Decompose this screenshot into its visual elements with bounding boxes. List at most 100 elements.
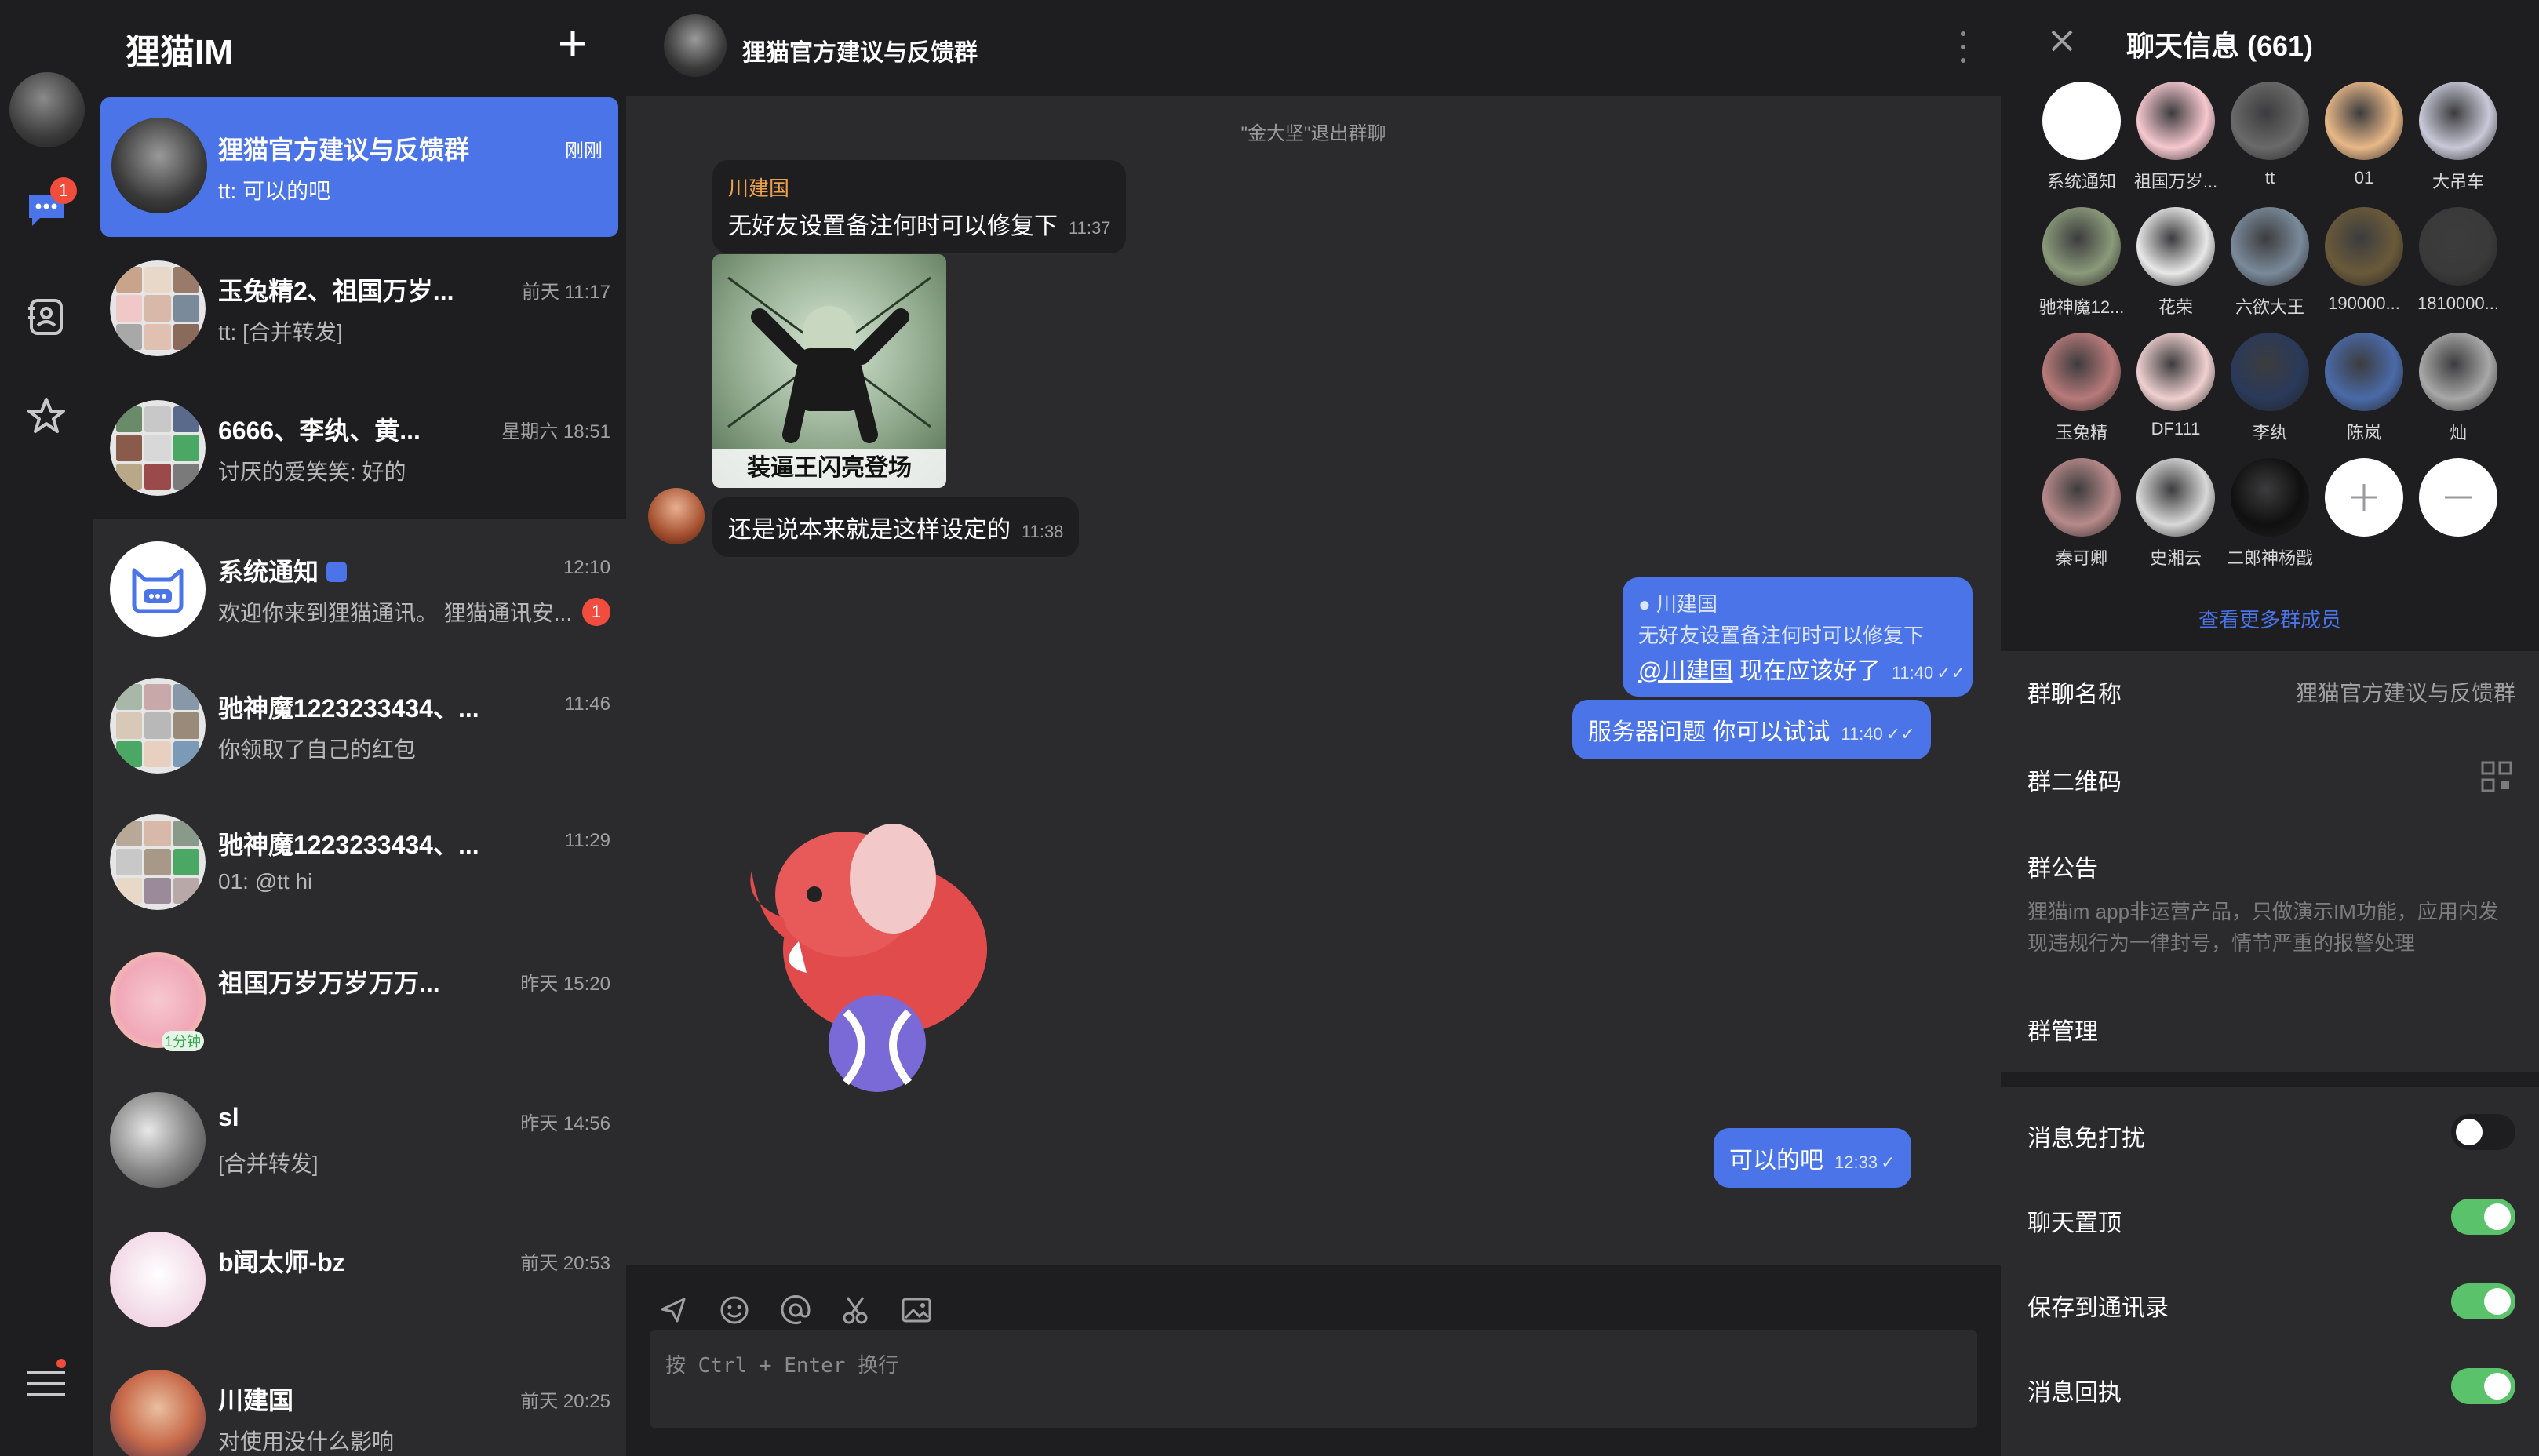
toggle-settings-section: 消息免打扰 聊天置顶 保存到通讯录 消息回执 [2001,1087,2539,1456]
app-title: 狸猫IM [126,33,233,71]
chat-time: 11:29 [564,830,610,851]
more-dot-icon [1961,58,1965,63]
member-item[interactable]: 玉兔精 [2038,333,2125,444]
chat-time: 前天 20:25 [520,1391,610,1412]
member-item[interactable]: 01 [2321,82,2407,188]
member-item[interactable]: 驰神魔12... [2038,207,2125,318]
sender-avatar[interactable] [648,488,705,544]
member-avatar [2231,207,2309,286]
chat-avatar [110,678,206,774]
chat-list-item[interactable]: 川建国 前天 20:25 对使用没什么影响 [93,1348,626,1456]
chat-list-item[interactable]: 驰神魔1223233434、... 11:46 你领取了自己的红包 [93,656,626,797]
member-item[interactable]: 190000... [2321,207,2407,314]
chat-list-item[interactable]: sl 昨天 14:56 [合并转发] [93,1070,626,1211]
mention-link[interactable]: @川建国 [1638,658,1732,684]
member-item[interactable]: 李纨 [2227,333,2313,444]
message-time: 11:40 [1891,663,1934,682]
my-avatar[interactable] [9,72,85,147]
member-item[interactable]: 系统通知 [2038,82,2125,193]
chat-name-text: 系统通知 [218,558,319,586]
close-info-button[interactable] [2043,22,2081,60]
chat-list-item[interactable]: 1分钟 祖国万岁万岁万万... 昨天 15:20 [93,930,626,1072]
image-icon [902,1298,931,1323]
toggle-switch[interactable] [2451,1283,2515,1320]
see-more-members-link[interactable]: 查看更多群成员 [2001,604,2539,633]
more-options-button[interactable] [1957,31,1969,63]
cat-logo-icon [132,568,184,613]
outgoing-message[interactable]: 可以的吧 12:33 ✓ [1714,1128,1911,1188]
member-item[interactable]: 祖国万岁... [2133,82,2219,193]
group-avatar[interactable] [664,14,727,77]
chat-name: 狸猫官方建议与反馈群 [218,136,470,164]
chat-list-item[interactable]: 狸猫官方建议与反馈群 刚刚 tt: 可以的吧 [100,97,618,237]
chat-list-item[interactable]: b闻太师-bz 前天 20:53 [93,1210,626,1351]
sticker-figure [727,276,931,443]
chat-time: 刚刚 [565,140,603,162]
add-member-button[interactable] [2321,458,2407,537]
add-button[interactable] [549,20,596,67]
toggle-switch[interactable] [2451,1199,2515,1235]
screenshot-button[interactable] [833,1288,877,1332]
chat-avatar [111,118,207,213]
member-item[interactable]: 花荣 [2133,207,2219,318]
member-item[interactable]: 六欲大王 [2227,207,2313,318]
chat-name: 祖国万岁万岁万万... [218,969,440,997]
message-input[interactable] [650,1330,1977,1428]
outgoing-message[interactable]: ● 川建国 无好友设置备注何时可以修复下 @川建国 现在应该好了 11:40 ✓✓ [1623,577,1973,697]
nav-contacts[interactable] [0,286,93,348]
member-avatar [2136,207,2215,286]
at-sign-icon [781,1295,811,1324]
sent-check-icon: ✓ [1881,1152,1896,1172]
member-name: 秦可卿 [2055,548,2107,568]
message-text: 还是说本来就是这样设定的 [728,517,1011,543]
send-file-button[interactable] [651,1288,695,1332]
chat-avatar [110,260,206,356]
sticker-image[interactable]: 装逼王闪亮登场 [712,254,946,488]
message-text: 可以的吧 [1729,1148,1823,1174]
chat-info-panel: 聊天信息 (661) 系统通知 祖国万岁... tt 01 大吊车 驰神魔12... 花荣 六… [2001,0,2539,1456]
close-icon [2051,30,2073,52]
member-item[interactable]: 秦可卿 [2038,458,2125,570]
member-item[interactable]: 灿 [2415,333,2501,444]
nav-menu[interactable] [0,1352,93,1415]
group-qr-row[interactable]: 群二维码 [2027,763,2122,797]
member-item[interactable]: DF111 [2133,333,2219,439]
group-manage-row[interactable]: 群管理 [2027,1012,2098,1046]
group-notice-row[interactable]: 群公告 [2027,849,2098,883]
member-item[interactable]: 史湘云 [2133,458,2219,570]
member-name: 驰神魔12... [2038,297,2125,317]
message-text: 现在应该好了 [1739,658,1881,684]
group-name-row[interactable]: 群聊名称 [2027,675,2122,709]
plus-icon [560,31,585,56]
chat-list-item[interactable]: 玉兔精2、祖国万岁... 前天 11:17 tt: [合并转发] [93,238,626,380]
member-item[interactable]: 陈岚 [2321,333,2407,444]
mention-button[interactable] [774,1288,818,1332]
member-avatar [2419,333,2497,411]
outgoing-message[interactable]: 服务器问题 你可以试试 11:40 ✓✓ [1572,700,1931,759]
member-avatar [2136,458,2215,537]
member-avatar [2325,82,2403,160]
chat-list-item[interactable]: 6666、李纨、黄... 星期六 18:51 讨厌的爱笑笑: 好的 [93,378,626,519]
chat-list-item[interactable]: 系统通知 12:10 欢迎你来到狸猫通讯。 狸猫通讯安... 1 [93,519,626,661]
toggle-switch[interactable] [2451,1114,2515,1150]
member-avatar [2231,458,2309,537]
member-item[interactable]: 1810000... [2415,207,2501,314]
toggle-switch[interactable] [2451,1368,2515,1404]
emoji-button[interactable] [712,1288,756,1332]
nav-favorites[interactable] [0,384,93,447]
group-name-value: 狸猫官方建议与反馈群 [2295,681,2515,705]
member-item[interactable]: 二郎神杨戬 [2227,458,2313,570]
member-item[interactable]: 大吊车 [2415,82,2501,193]
plus-icon [2325,458,2403,537]
elephant-sticker[interactable] [728,808,1011,1106]
nav-chats[interactable] [0,179,93,242]
image-button[interactable] [894,1288,938,1332]
message-time: 11:37 [1069,218,1111,238]
chat-list-item[interactable]: 驰神魔1223233434、... 11:29 01: @tt hi [93,792,626,934]
member-item[interactable]: tt [2227,82,2313,188]
member-name: 1810000... [2417,293,2499,313]
incoming-message[interactable]: 川建国 无好友设置备注何时可以修复下 11:37 [712,160,1127,253]
incoming-message[interactable]: 还是说本来就是这样设定的 11:38 [712,497,1080,557]
member-name: 01 [2354,168,2374,187]
remove-member-button[interactable] [2415,458,2501,537]
